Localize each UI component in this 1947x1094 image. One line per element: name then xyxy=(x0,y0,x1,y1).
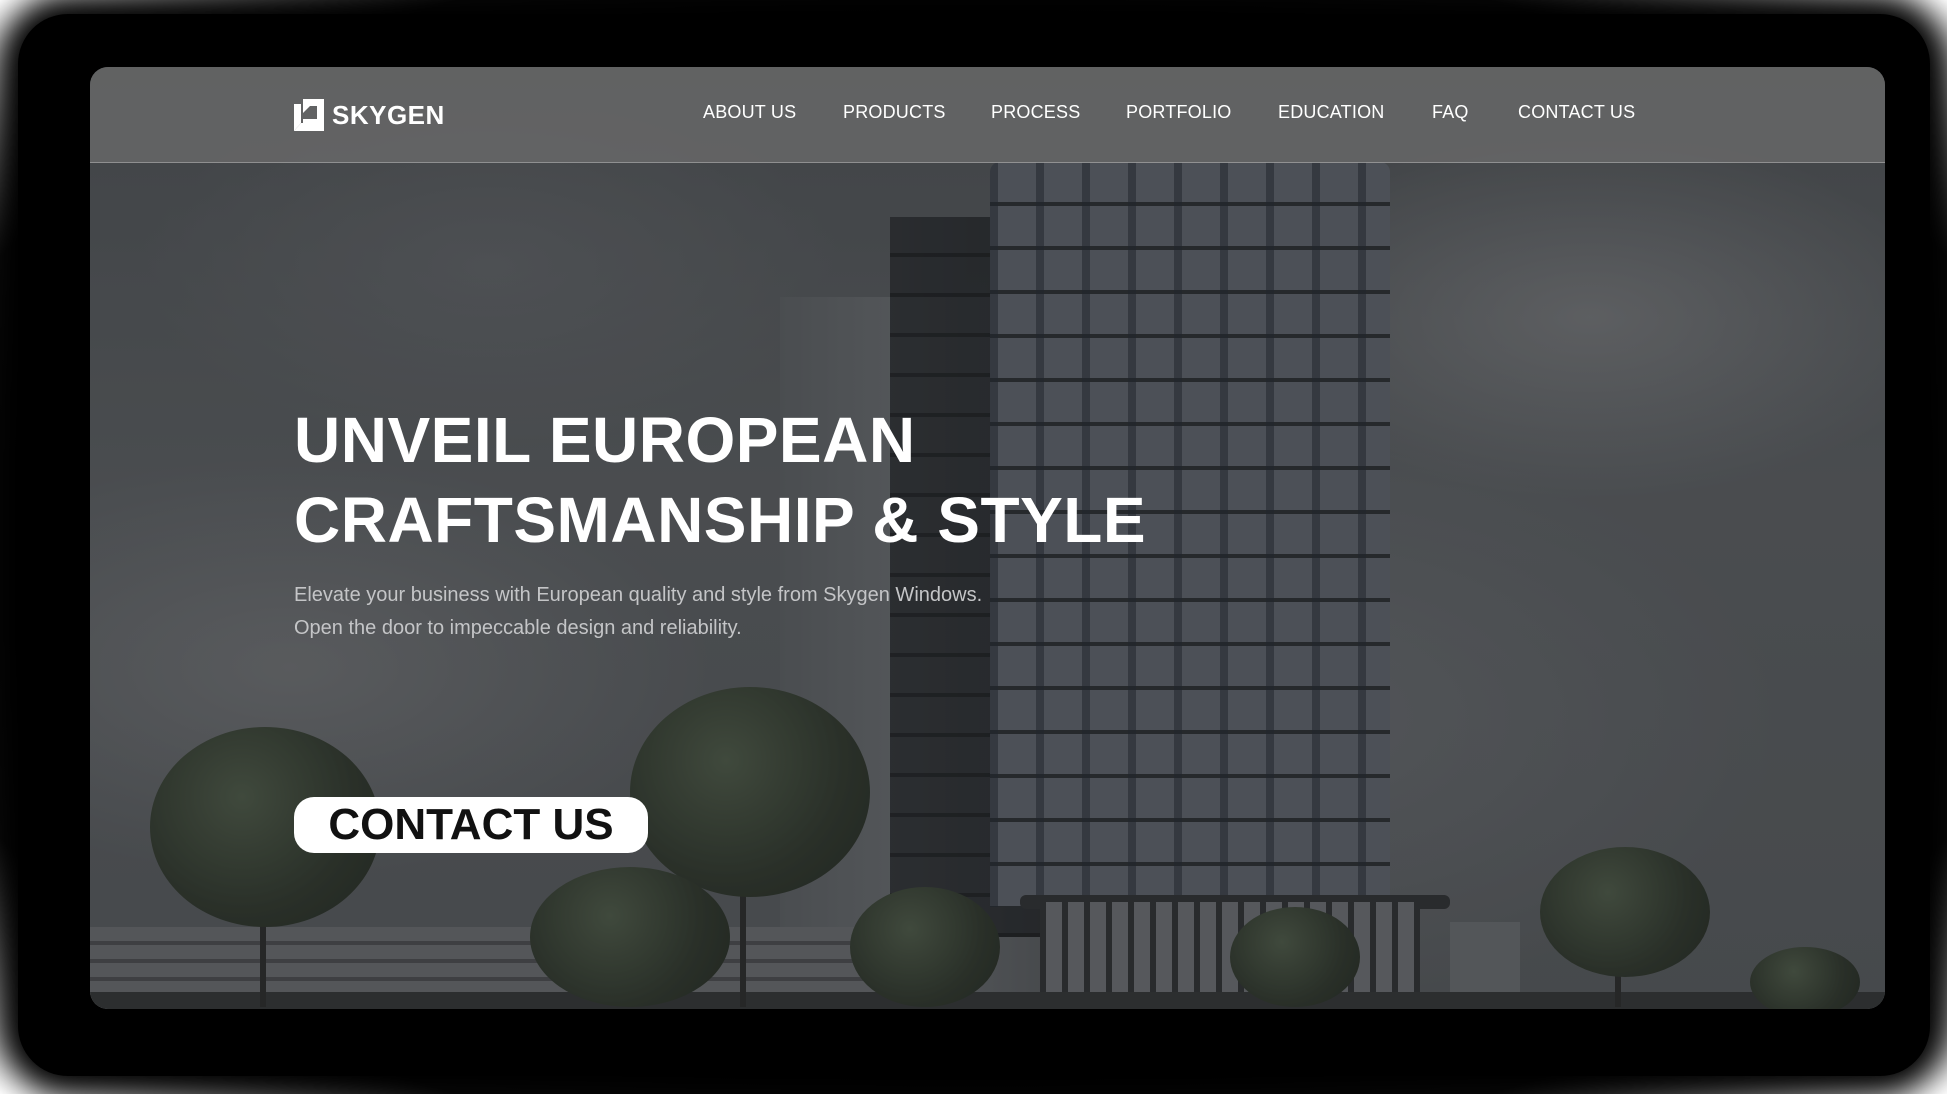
nav-education[interactable]: EDUCATION xyxy=(1278,102,1384,123)
nav-process[interactable]: PROCESS xyxy=(991,102,1080,123)
nav-about-us[interactable]: ABOUT US xyxy=(703,102,796,123)
site-header: SKYGEN ABOUT US PRODUCTS PROCESS PORTFOL… xyxy=(90,67,1885,163)
hero-title-line-1: UNVEIL EUROPEAN xyxy=(294,404,916,476)
nav-faq[interactable]: FAQ xyxy=(1432,102,1469,123)
nav-products[interactable]: PRODUCTS xyxy=(843,102,946,123)
contact-us-button[interactable]: CONTACT US xyxy=(294,797,648,853)
nav-contact-us[interactable]: CONTACT US xyxy=(1518,102,1635,123)
hero-title-line-2: CRAFTSMANSHIP & STYLE xyxy=(294,484,1147,556)
nav-portfolio[interactable]: PORTFOLIO xyxy=(1126,102,1232,123)
hero-subtitle-line-2: Open the door to impeccable design and r… xyxy=(294,617,742,639)
hero-subtitle: Elevate your business with European qual… xyxy=(294,579,982,645)
main-nav: ABOUT US PRODUCTS PROCESS PORTFOLIO EDUC… xyxy=(90,102,1885,128)
hero-title: UNVEIL EUROPEAN CRAFTSMANSHIP & STYLE xyxy=(294,400,1146,560)
hero-subtitle-line-1: Elevate your business with European qual… xyxy=(294,584,983,606)
website-screen: SKYGEN ABOUT US PRODUCTS PROCESS PORTFOL… xyxy=(90,67,1885,1009)
